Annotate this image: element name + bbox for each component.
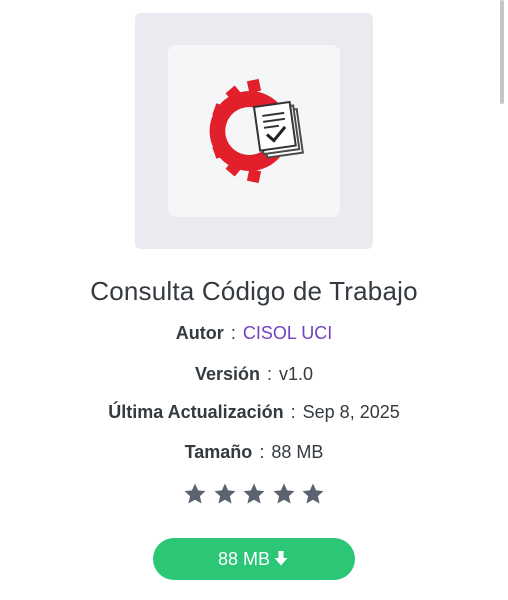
author-link[interactable]: CISOL UCI <box>243 323 332 343</box>
author-row: Autor : CISOL UCI <box>0 323 508 344</box>
star-icon[interactable] <box>242 482 266 506</box>
version-label: Versión <box>194 364 260 384</box>
download-arrow-icon <box>274 551 288 566</box>
star-icon[interactable] <box>272 482 296 506</box>
version-separator: : <box>266 364 272 384</box>
size-separator: : <box>259 442 265 462</box>
app-icon-frame <box>135 13 373 249</box>
download-button[interactable]: 88 MB <box>153 538 355 580</box>
size-row: Tamaño : 88 MB <box>0 442 508 463</box>
updated-separator: : <box>290 402 296 422</box>
size-value: 88 MB <box>271 442 324 462</box>
scrollbar[interactable] <box>500 0 504 104</box>
rating-stars[interactable] <box>183 482 325 508</box>
updated-label: Última Actualización <box>108 402 284 422</box>
author-label: Autor <box>175 323 224 343</box>
star-icon[interactable] <box>213 482 237 506</box>
star-icon[interactable] <box>183 482 207 506</box>
updated-value: Sep 8, 2025 <box>302 402 400 422</box>
version-row: Versión : v1.0 <box>0 364 508 385</box>
star-icon[interactable] <box>301 482 325 506</box>
download-button-label: 88 MB <box>217 548 271 569</box>
app-logo-icon <box>209 78 304 184</box>
version-value: v1.0 <box>279 364 314 384</box>
app-title: Consulta Código de Trabajo <box>90 276 418 306</box>
author-separator: : <box>230 323 236 343</box>
updated-row: Última Actualización : Sep 8, 2025 <box>0 402 508 423</box>
size-label: Tamaño <box>184 442 253 462</box>
app-icon-tile <box>168 45 340 217</box>
app-detail-page: Consulta Código de Trabajo Autor : CISOL… <box>0 0 508 600</box>
